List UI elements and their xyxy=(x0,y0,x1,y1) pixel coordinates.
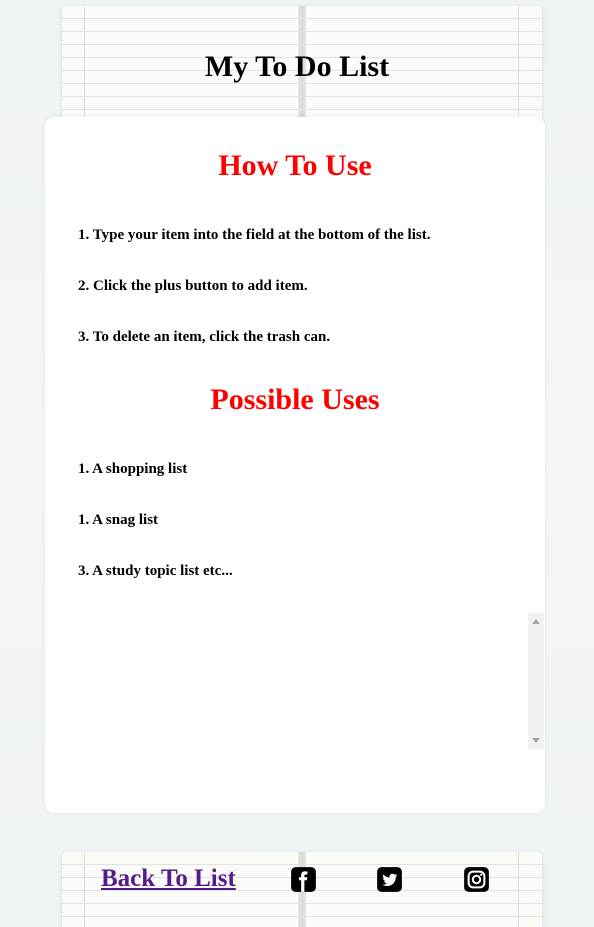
possible-uses-heading: Possible Uses xyxy=(210,383,380,416)
how-to-use-item: 2. Click the plus button to add item. xyxy=(78,278,308,294)
possible-uses-item: 1. A snag list xyxy=(78,512,159,528)
possible-uses-item: 1. A shopping list xyxy=(78,461,188,477)
instructions-card: How To Use 1. Type your item into the fi… xyxy=(45,117,545,813)
scroll-down-arrow-icon[interactable] xyxy=(532,738,540,743)
twitter-icon[interactable] xyxy=(376,866,403,893)
how-to-use-item: 1. Type your item into the field at the … xyxy=(78,227,431,243)
footer-nav: Back To List xyxy=(0,862,594,902)
instagram-icon[interactable] xyxy=(463,866,490,893)
page-header: My To Do List xyxy=(0,50,594,84)
page-title: My To Do List xyxy=(204,50,390,83)
facebook-icon[interactable] xyxy=(290,866,317,893)
possible-uses-item: 3. A study topic list etc... xyxy=(78,563,233,579)
scroll-up-arrow-icon[interactable] xyxy=(532,619,540,624)
how-to-use-heading: How To Use xyxy=(218,149,372,182)
page: My To Do List How To Use 1. Type your it… xyxy=(0,0,594,927)
back-to-list-link[interactable]: Back To List xyxy=(101,865,236,893)
scrollbar[interactable] xyxy=(528,613,544,749)
how-to-use-item: 3. To delete an item, click the trash ca… xyxy=(78,329,331,345)
